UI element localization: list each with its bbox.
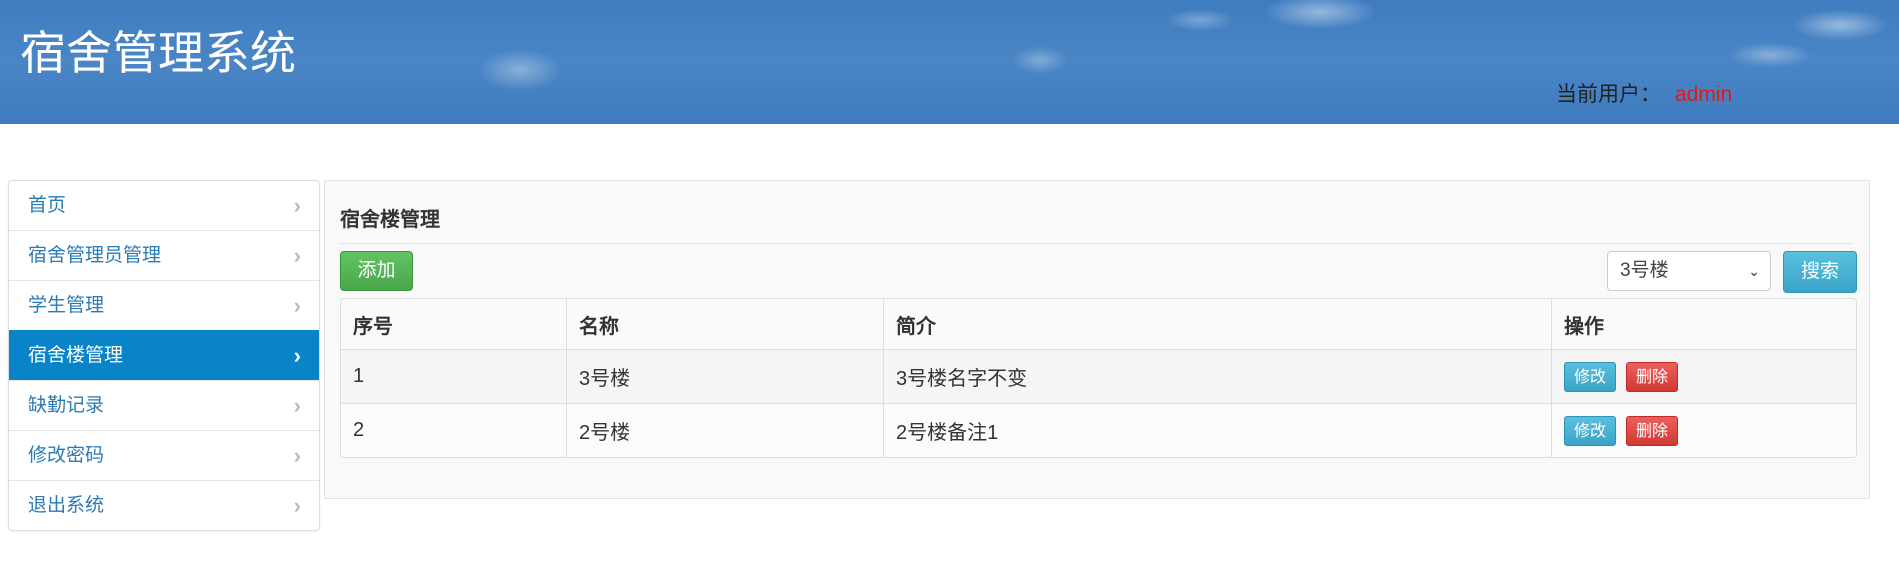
sidebar-item-label: 宿舍管理员管理 <box>28 245 162 266</box>
cell-index: 1 <box>341 349 567 404</box>
chevron-right-icon: › <box>293 293 301 318</box>
sidebar-nav: 首页 › 宿舍管理员管理 › 学生管理 › 宿舍楼管理 › 缺勤记录 › 修改密… <box>8 180 320 531</box>
sidebar-item-change-password[interactable]: 修改密码 › <box>9 430 319 480</box>
table-row: 2 2号楼 2号楼备注1 修改 删除 <box>341 403 1856 457</box>
delete-button[interactable]: 删除 <box>1626 415 1678 446</box>
cell-actions: 修改 删除 <box>1551 349 1856 404</box>
cell-index: 2 <box>341 403 567 457</box>
current-user-info: 当前用户： admin <box>1556 84 1732 105</box>
sidebar-item-logout[interactable]: 退出系统 › <box>9 480 319 530</box>
chevron-right-icon: › <box>293 343 301 368</box>
chevron-right-icon: › <box>293 193 301 218</box>
column-header-index: 序号 <box>353 315 393 338</box>
app-title: 宿舍管理系统 <box>20 27 296 79</box>
cell-actions: 修改 删除 <box>1551 403 1856 457</box>
sidebar-item-label: 缺勤记录 <box>28 395 105 416</box>
app-header: 宿舍管理系统 当前用户： admin <box>0 0 1899 124</box>
chevron-down-icon: ⌄ <box>1748 263 1760 279</box>
sidebar-item-buildings[interactable]: 宿舍楼管理 › <box>9 330 319 380</box>
sidebar-item-label: 学生管理 <box>28 295 105 316</box>
chevron-right-icon: › <box>293 243 301 268</box>
cell-name: 2号楼 <box>566 403 884 457</box>
sidebar-item-absence[interactable]: 缺勤记录 › <box>9 380 319 430</box>
chevron-right-icon: › <box>293 493 301 518</box>
divider <box>340 243 1852 244</box>
add-button[interactable]: 添加 <box>340 251 413 291</box>
search-button[interactable]: 搜索 <box>1783 251 1857 293</box>
column-header-name: 名称 <box>566 299 884 350</box>
table-header-row: 序号 名称 简介 操作 <box>341 299 1856 350</box>
buildings-table: 序号 名称 简介 操作 1 3号楼 3号楼名字不变 修改 删除 2 2号楼 2号… <box>340 298 1857 458</box>
cell-name: 3号楼 <box>566 349 884 404</box>
cell-desc: 2号楼备注1 <box>883 403 1552 457</box>
building-select-value: 3号楼 <box>1620 260 1669 281</box>
current-user-name: admin <box>1675 83 1733 106</box>
cell-desc: 3号楼名字不变 <box>883 349 1552 404</box>
sidebar-item-label: 宿舍楼管理 <box>28 345 124 366</box>
sidebar-item-label: 修改密码 <box>28 445 105 466</box>
sidebar-item-home[interactable]: 首页 › <box>9 181 319 230</box>
chevron-right-icon: › <box>293 443 301 468</box>
delete-button[interactable]: 删除 <box>1626 361 1678 392</box>
current-user-label: 当前用户： <box>1556 83 1661 106</box>
sidebar-item-dorm-admin[interactable]: 宿舍管理员管理 › <box>9 230 319 280</box>
column-header-desc: 简介 <box>883 299 1552 350</box>
edit-button[interactable]: 修改 <box>1564 415 1616 446</box>
chevron-right-icon: › <box>293 393 301 418</box>
page-title: 宿舍楼管理 <box>340 209 440 231</box>
building-select[interactable]: 3号楼 ⌄ <box>1607 251 1771 291</box>
sidebar-item-label: 退出系统 <box>28 495 105 516</box>
edit-button[interactable]: 修改 <box>1564 361 1616 392</box>
table-row: 1 3号楼 3号楼名字不变 修改 删除 <box>341 349 1856 404</box>
main-panel: 宿舍楼管理 添加 3号楼 ⌄ 搜索 序号 名称 简介 操作 1 3号楼 3号楼名… <box>324 180 1870 499</box>
sidebar-item-label: 首页 <box>28 195 67 216</box>
sidebar-item-students[interactable]: 学生管理 › <box>9 280 319 330</box>
column-header-actions: 操作 <box>1551 299 1856 350</box>
